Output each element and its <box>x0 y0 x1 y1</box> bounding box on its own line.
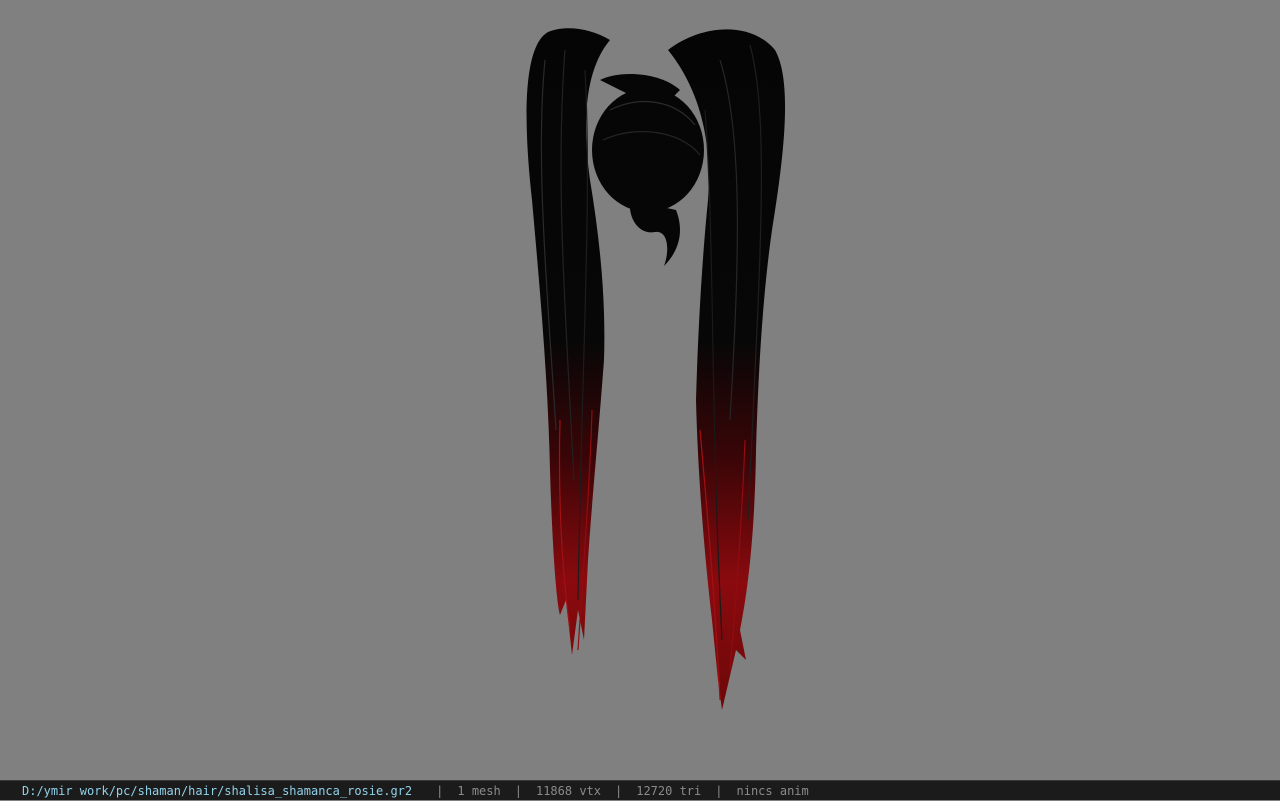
status-separator: | <box>615 783 623 798</box>
triangle-count: 12720 tri <box>636 783 702 798</box>
status-separator: | <box>436 783 444 798</box>
3d-viewport[interactable] <box>0 0 1280 780</box>
model-file-path: D:/ymir work/pc/shaman/hair/shalisa_sham… <box>22 783 413 798</box>
status-separator: | <box>715 783 723 798</box>
vertex-count: 11868 vtx <box>535 783 601 798</box>
status-separator: | <box>514 783 522 798</box>
hair-bun <box>592 74 704 266</box>
hair-model-render <box>526 28 786 710</box>
left-ponytail <box>526 28 610 656</box>
mesh-count: 1 mesh <box>457 783 501 798</box>
status-bar: D:/ymir work/pc/shaman/hair/shalisa_sham… <box>0 780 1280 800</box>
animation-status: nincs anim <box>736 783 809 798</box>
